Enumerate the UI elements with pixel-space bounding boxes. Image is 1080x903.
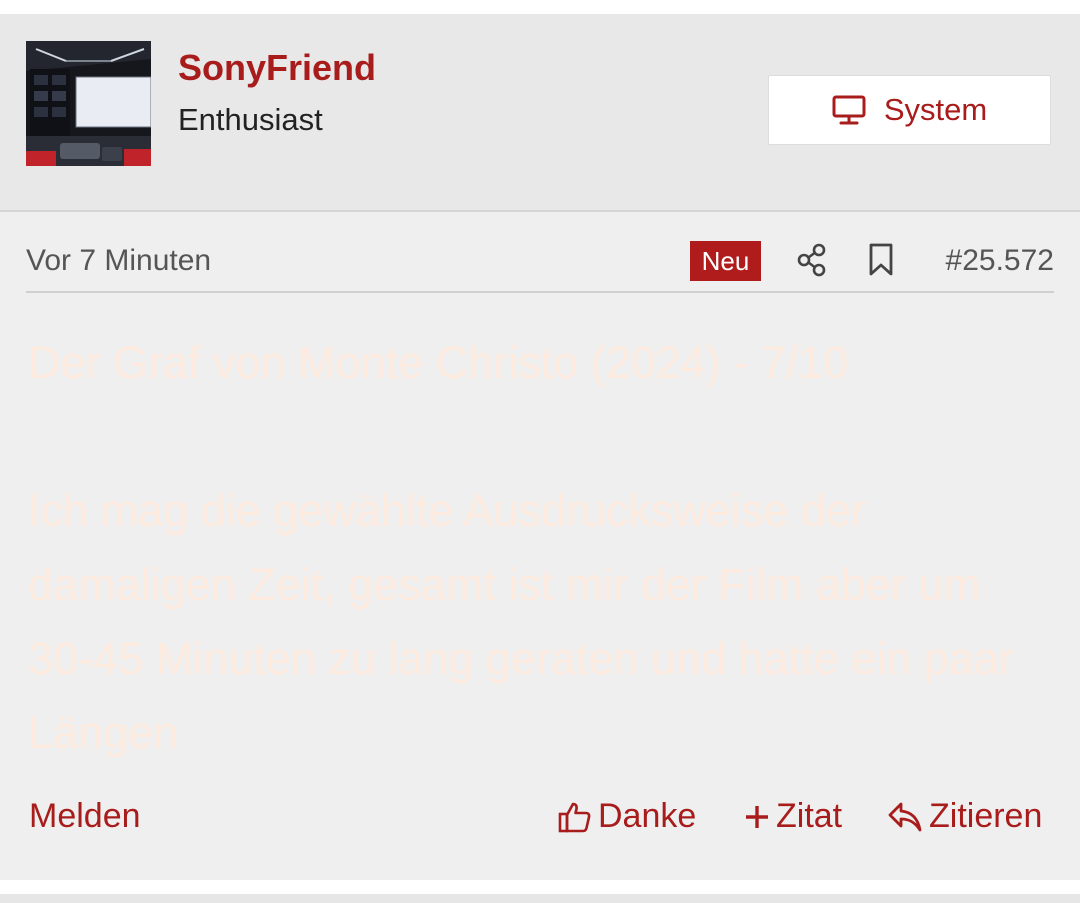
author-title: Enthusiast bbox=[178, 102, 323, 137]
post: SonyFriend Enthusiast System Vor 7 Minut… bbox=[0, 14, 1080, 880]
thumbs-up-icon bbox=[558, 802, 591, 832]
post-meta: Vor 7 Minuten Neu #25.572 bbox=[26, 239, 1054, 293]
post-number[interactable]: #25.572 bbox=[946, 244, 1054, 278]
next-post-edge bbox=[0, 894, 1080, 903]
system-button[interactable]: System bbox=[768, 75, 1051, 145]
reply-icon bbox=[888, 802, 922, 831]
share-icon[interactable] bbox=[796, 243, 828, 277]
add-quote-button[interactable]: Zitat bbox=[744, 797, 842, 836]
home-cinema-avatar-icon bbox=[26, 41, 151, 166]
add-quote-label: Zitat bbox=[776, 797, 843, 835]
like-button[interactable]: Danke bbox=[558, 797, 696, 836]
avatar[interactable] bbox=[26, 41, 151, 166]
bookmark-icon[interactable] bbox=[868, 243, 894, 277]
post-timestamp[interactable]: Vor 7 Minuten bbox=[26, 244, 211, 278]
system-button-label: System bbox=[883, 92, 988, 127]
post-actions: Melden Danke Zitat Zitieren bbox=[0, 797, 1080, 847]
author-name[interactable]: SonyFriend bbox=[178, 47, 376, 89]
report-link[interactable]: Melden bbox=[29, 797, 141, 836]
post-content: Der Graf von Monte Christo (2024) - 7/10… bbox=[28, 326, 1058, 770]
new-badge: Neu bbox=[690, 241, 761, 281]
reply-label: Zitieren bbox=[929, 797, 1043, 835]
post-body: Ich mag die gewählte Ausdrucksweise der … bbox=[28, 485, 1014, 758]
like-label: Danke bbox=[598, 797, 697, 835]
plus-icon bbox=[746, 805, 768, 828]
reply-button[interactable]: Zitieren bbox=[887, 797, 1042, 836]
post-heading: Der Graf von Monte Christo (2024) - 7/10 bbox=[28, 337, 849, 388]
post-header: SonyFriend Enthusiast System bbox=[0, 14, 1080, 212]
monitor-icon bbox=[832, 95, 866, 125]
